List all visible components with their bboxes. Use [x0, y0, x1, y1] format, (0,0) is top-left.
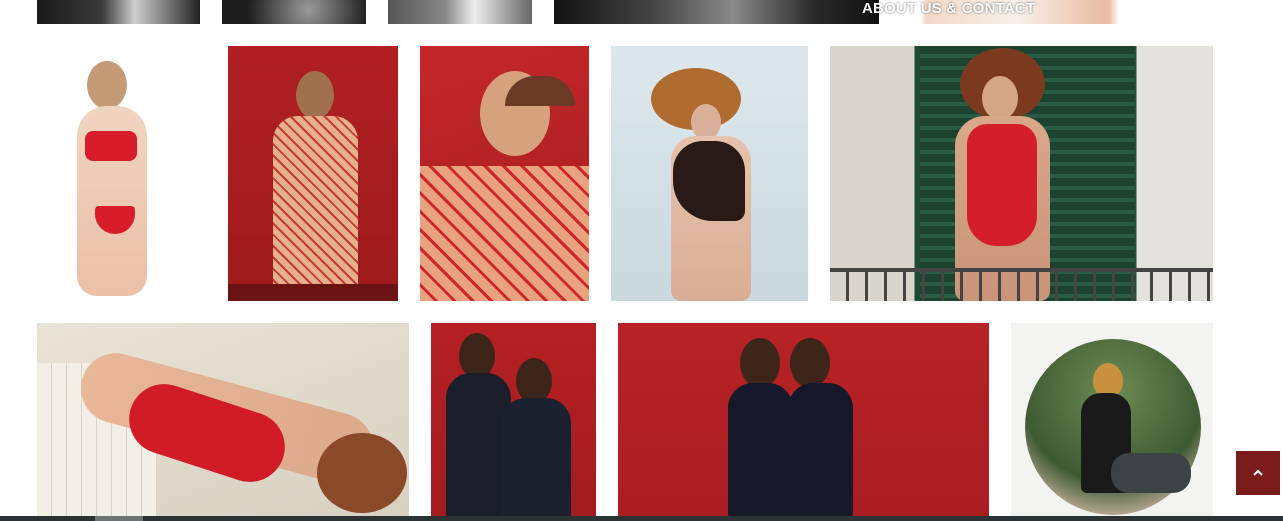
gallery-photo[interactable]: [830, 46, 1213, 301]
gallery-photo[interactable]: [611, 46, 808, 301]
gallery-photo[interactable]: [222, 0, 366, 24]
gallery-photo[interactable]: [37, 46, 207, 301]
gallery-photo[interactable]: [37, 323, 409, 521]
gallery-photo[interactable]: [1011, 323, 1213, 521]
nav-about-contact-link[interactable]: ABOUT US & CONTACT: [862, 0, 1035, 18]
scrollbar-thumb[interactable]: [95, 516, 143, 521]
back-to-top-button[interactable]: [1236, 451, 1280, 495]
gallery-photo[interactable]: [388, 0, 532, 24]
horizontal-scrollbar[interactable]: [0, 516, 1283, 521]
gallery-photo[interactable]: [420, 46, 589, 301]
gallery-photo[interactable]: [37, 0, 200, 24]
gallery-photo[interactable]: [228, 46, 398, 301]
gallery-photo[interactable]: [554, 0, 879, 24]
gallery-photo[interactable]: [618, 323, 989, 521]
chevron-up-icon: [1253, 469, 1263, 476]
gallery-photo[interactable]: [431, 323, 596, 521]
